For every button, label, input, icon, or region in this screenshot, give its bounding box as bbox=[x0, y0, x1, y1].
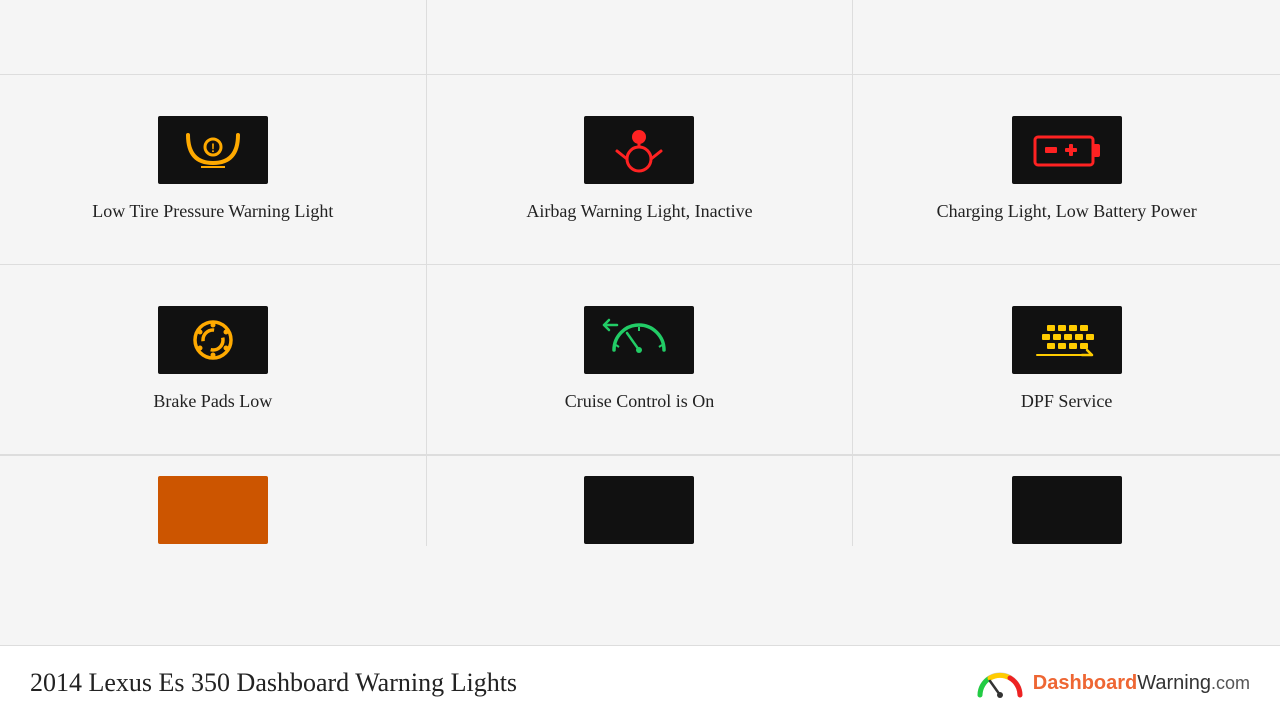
partial-icon-2 bbox=[584, 476, 694, 544]
brake-icon bbox=[173, 315, 253, 365]
cell-low-tire[interactable]: ! Low Tire Pressure Warning Light bbox=[0, 75, 427, 265]
top-cell-1 bbox=[0, 0, 427, 74]
charging-label: Charging Light, Low Battery Power bbox=[937, 200, 1197, 223]
dpf-icon bbox=[1027, 315, 1107, 365]
partial-icon-1 bbox=[158, 476, 268, 544]
logo-gauge-icon bbox=[975, 665, 1025, 701]
airbag-icon-box bbox=[584, 116, 694, 184]
svg-text:!: ! bbox=[211, 141, 215, 155]
partial-icon-3 bbox=[1012, 476, 1122, 544]
brake-icon-box bbox=[158, 306, 268, 374]
low-tire-icon-box: ! bbox=[158, 116, 268, 184]
top-cell-2 bbox=[427, 0, 854, 74]
brake-label: Brake Pads Low bbox=[153, 390, 272, 413]
partial-cell-1 bbox=[0, 456, 427, 546]
cell-dpf[interactable]: DPF Service bbox=[853, 265, 1280, 455]
cruise-icon-box bbox=[584, 306, 694, 374]
partial-cell-2 bbox=[427, 456, 854, 546]
top-cell-3 bbox=[853, 0, 1280, 74]
logo-text: DashboardWarning.com bbox=[1033, 672, 1250, 695]
charging-icon-box bbox=[1012, 116, 1122, 184]
airbag-icon bbox=[599, 125, 679, 175]
site-title: 2014 Lexus Es 350 Dashboard Warning Ligh… bbox=[30, 668, 517, 698]
dpf-label: DPF Service bbox=[1021, 390, 1113, 413]
tire-pressure-icon: ! bbox=[173, 125, 253, 175]
logo-area: DashboardWarning.com bbox=[975, 665, 1250, 701]
cell-airbag[interactable]: Airbag Warning Light, Inactive bbox=[427, 75, 854, 265]
cell-cruise-control[interactable]: Cruise Control is On bbox=[427, 265, 854, 455]
low-tire-label: Low Tire Pressure Warning Light bbox=[92, 200, 333, 223]
bottom-bar: 2014 Lexus Es 350 Dashboard Warning Ligh… bbox=[0, 645, 1280, 720]
cell-brake-pads[interactable]: Brake Pads Low bbox=[0, 265, 427, 455]
cruise-label: Cruise Control is On bbox=[565, 390, 715, 413]
airbag-label: Airbag Warning Light, Inactive bbox=[526, 200, 752, 223]
charging-icon bbox=[1027, 125, 1107, 175]
partial-cell-3 bbox=[853, 456, 1280, 546]
cruise-icon bbox=[599, 315, 679, 365]
dpf-icon-box bbox=[1012, 306, 1122, 374]
cell-charging[interactable]: Charging Light, Low Battery Power bbox=[853, 75, 1280, 265]
